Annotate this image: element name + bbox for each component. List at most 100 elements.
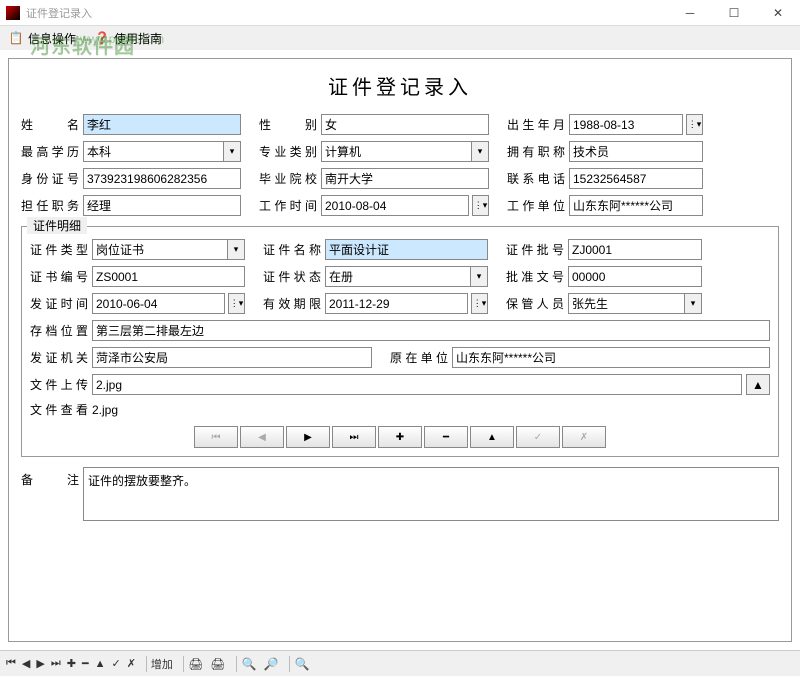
upload-button[interactable]: ▲ (746, 374, 770, 395)
tb-print-button[interactable]: 🖨 (188, 656, 204, 672)
phone-label: 联系电话 (507, 170, 565, 187)
tb-edit-button[interactable]: ▲ (95, 658, 106, 670)
edu-input[interactable] (83, 141, 224, 162)
magnifier-icon: 🔎 (263, 656, 279, 672)
nav-cancel-button[interactable]: ✗ (562, 426, 606, 448)
tb-next-button[interactable]: ▶ (36, 657, 44, 670)
title-label: 拥有职称 (507, 143, 565, 160)
major-input[interactable] (321, 141, 472, 162)
tb-prev-button[interactable]: ◀ (22, 657, 30, 670)
tb-add-text-button[interactable]: 增加 (151, 656, 173, 672)
name-label: 姓 名 (21, 116, 79, 133)
cert-type-input[interactable] (92, 239, 228, 260)
main-area: 证件登记录入 姓 名 性 别 出生年月 ⋮▾ 最高学历 ▾ 专业类别 ▾ 拥有职… (0, 50, 800, 650)
approve-input[interactable] (568, 266, 702, 287)
nav-delete-button[interactable]: ━ (424, 426, 468, 448)
batch-input[interactable] (568, 239, 702, 260)
keeper-label: 保管人员 (506, 295, 564, 312)
post-label: 担任职务 (21, 197, 79, 214)
view-value: 2.jpg (92, 403, 118, 417)
tb-last-button[interactable]: ⏭ (51, 657, 61, 670)
valid-dropdown-icon[interactable]: ⋮▾ (471, 293, 488, 314)
edu-dropdown-icon[interactable]: ▾ (224, 141, 241, 162)
status-label: 证件状态 (263, 268, 321, 285)
cert-name-input[interactable] (325, 239, 488, 260)
batch-label: 证件批号 (506, 241, 564, 258)
issue-time-input[interactable] (92, 293, 225, 314)
upload-input[interactable] (92, 374, 742, 395)
issuer-label: 发证机关 (30, 349, 88, 366)
name-input[interactable] (83, 114, 241, 135)
company-input[interactable] (569, 195, 703, 216)
cert-no-input[interactable] (92, 266, 245, 287)
nav-edit-button[interactable]: ▲ (470, 426, 514, 448)
birth-label: 出生年月 (507, 116, 565, 133)
tb-confirm-button[interactable]: ✓ (111, 657, 120, 670)
nav-next-button[interactable]: ▶ (286, 426, 330, 448)
nav-last-button[interactable]: ⏭ (332, 426, 376, 448)
school-label: 毕业院校 (259, 170, 317, 187)
tb-search-button[interactable]: 🔍 (241, 656, 257, 672)
window-title: 证件登记录入 (26, 5, 668, 21)
upload-label: 文件上传 (30, 376, 88, 393)
maximize-button[interactable]: ☐ (712, 0, 756, 26)
edu-label: 最高学历 (21, 143, 79, 160)
bottom-toolbar: ⏮ ◀ ▶ ⏭ ✚ ━ ▲ ✓ ✗ 增加 🖨 🖨 🔍 🔎 🔍 (0, 650, 800, 676)
tb-delete-button[interactable]: ━ (82, 657, 89, 670)
title-input[interactable] (569, 141, 703, 162)
archive-input[interactable] (92, 320, 770, 341)
status-input[interactable] (325, 266, 471, 287)
nav-prev-button[interactable]: ◀ (240, 426, 284, 448)
close-button[interactable]: ✕ (756, 0, 800, 26)
view-label: 文件查看 (30, 401, 88, 418)
menu-guide-label: 使用指南 (114, 30, 162, 47)
keeper-input[interactable] (568, 293, 685, 314)
orig-unit-input[interactable] (452, 347, 770, 368)
cert-name-label: 证件名称 (263, 241, 321, 258)
printer-icon: 🖨 (188, 656, 204, 672)
toolbar-separator (236, 656, 237, 672)
worktime-dropdown-icon[interactable]: ⋮▾ (472, 195, 489, 216)
window-titlebar: 证件登记录入 ─ ☐ ✕ (0, 0, 800, 26)
status-dropdown-icon[interactable]: ▾ (471, 266, 488, 287)
valid-input[interactable] (325, 293, 468, 314)
gender-input[interactable] (321, 114, 489, 135)
post-input[interactable] (83, 195, 241, 216)
id-label: 身份证号 (21, 170, 79, 187)
phone-input[interactable] (569, 168, 703, 189)
menu-guide[interactable]: ❓ 使用指南 (94, 30, 162, 47)
tb-add-button[interactable]: ✚ (67, 657, 76, 670)
search-icon: 🔍 (241, 656, 257, 672)
cert-no-label: 证书编号 (30, 268, 88, 285)
birth-dropdown-icon[interactable]: ⋮▾ (686, 114, 703, 135)
tb-cancel-button[interactable]: ✗ (127, 657, 136, 670)
search-icon: 🔍 (294, 656, 310, 672)
valid-label: 有效期限 (263, 295, 321, 312)
remark-text: 证件的摆放要整齐。 (88, 474, 196, 488)
tb-print2-button[interactable]: 🖨 (210, 656, 226, 672)
major-label: 专业类别 (259, 143, 317, 160)
tb-find-button[interactable]: 🔍 (294, 656, 310, 672)
keeper-dropdown-icon[interactable]: ▾ (685, 293, 702, 314)
id-input[interactable] (83, 168, 241, 189)
tb-zoom-button[interactable]: 🔎 (263, 656, 279, 672)
nav-confirm-button[interactable]: ✓ (516, 426, 560, 448)
nav-first-button[interactable]: ⏮ (194, 426, 238, 448)
issuer-input[interactable] (92, 347, 372, 368)
nav-add-button[interactable]: ✚ (378, 426, 422, 448)
birth-input[interactable] (569, 114, 683, 135)
major-dropdown-icon[interactable]: ▾ (472, 141, 489, 162)
toolbar-separator (146, 656, 147, 672)
school-input[interactable] (321, 168, 489, 189)
menu-info-ops-label: 信息操作 (28, 30, 76, 47)
worktime-input[interactable] (321, 195, 469, 216)
menu-info-ops[interactable]: 📋 信息操作 (8, 30, 76, 47)
orig-unit-label: 原在单位 (390, 349, 448, 366)
tb-first-button[interactable]: ⏮ (6, 657, 16, 670)
remark-textarea[interactable]: 证件的摆放要整齐。 (83, 467, 779, 521)
gender-label: 性 别 (259, 116, 317, 133)
minimize-button[interactable]: ─ (668, 0, 712, 26)
issue-time-dropdown-icon[interactable]: ⋮▾ (228, 293, 245, 314)
toolbar-separator (289, 656, 290, 672)
cert-type-dropdown-icon[interactable]: ▾ (228, 239, 245, 260)
